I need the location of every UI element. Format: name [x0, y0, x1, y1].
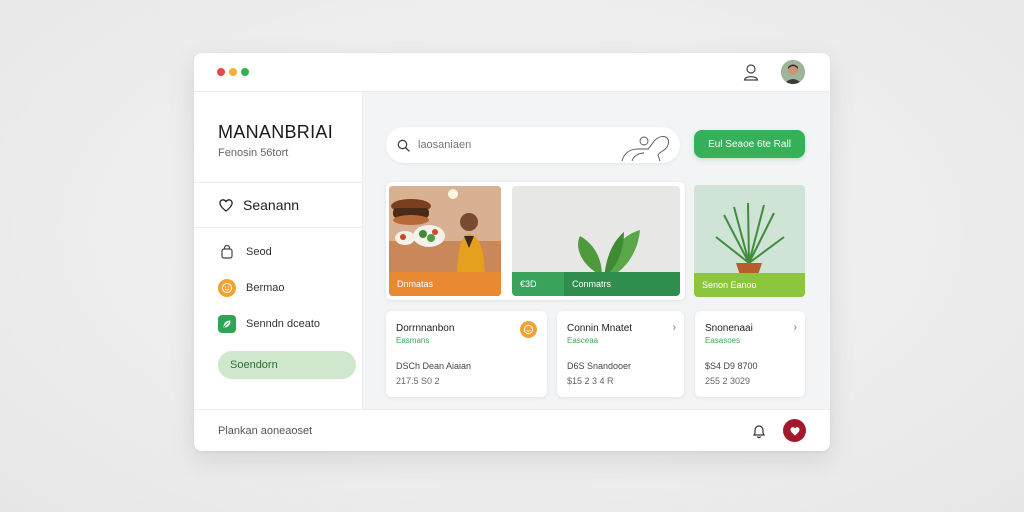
app-window: MANANBRIAI Fenosin 56tort Seanann Seod B… — [194, 53, 830, 451]
sidebar-section-label: Seanann — [243, 197, 300, 213]
card-line: $15 2 3 4 R — [567, 376, 614, 386]
sidebar-item-bermao[interactable]: Bermao — [218, 278, 285, 298]
card-title: Snonenaai — [705, 323, 753, 334]
card-line: 255 2 3029 — [705, 376, 751, 386]
title-bar — [194, 53, 830, 92]
search-input[interactable] — [418, 139, 598, 151]
sidebar-item-active[interactable]: Soendorn — [218, 351, 356, 379]
info-card[interactable]: Connin Mnatet Easceaa D6S Snandooer $15 … — [557, 311, 684, 397]
card-subtitle: Easceaa — [567, 336, 599, 345]
card-title: Dorrnnanbon — [396, 323, 455, 334]
leaf-icon — [218, 315, 236, 333]
divider — [194, 227, 363, 228]
heart-chat-icon — [219, 199, 233, 212]
main-content: Eul Seaoe 6te Rall — [363, 92, 830, 409]
person-illustration-icon — [621, 136, 669, 162]
footer-bar: Plankan aoneaoset — [194, 409, 830, 451]
heart-icon[interactable] — [783, 419, 806, 442]
sidebar-section-header[interactable]: Seanann — [218, 195, 299, 215]
sidebar: MANANBRIAI Fenosin 56tort Seanann Seod B… — [194, 92, 363, 409]
sidebar-item-label: Bermao — [246, 282, 285, 294]
search-bar[interactable] — [386, 127, 680, 163]
divider — [194, 182, 363, 183]
info-card[interactable]: Snonenaai Easasoes $S4 D9 8700 255 2 302… — [695, 311, 805, 397]
bag-icon — [218, 243, 236, 261]
primary-action-button[interactable]: Eul Seaoe 6te Rall — [694, 130, 805, 158]
smile-icon — [218, 279, 236, 297]
avatar[interactable] — [781, 60, 805, 84]
media-label: €3D — [512, 272, 564, 296]
plant-media-card[interactable]: €3D Conmatrs — [512, 186, 680, 296]
plant-feature-card[interactable]: Senon Eanoo — [694, 185, 805, 297]
maximize-window-button[interactable] — [241, 68, 249, 76]
brand-subtitle: Fenosin 56tort — [218, 147, 289, 159]
card-line: D6S Snandooer — [567, 361, 632, 371]
media-label: Senon Eanoo — [694, 273, 805, 297]
sidebar-item-senndn[interactable]: Senndn dceato — [218, 314, 320, 334]
food-media-card[interactable]: Dnmatas — [389, 186, 501, 296]
media-card-group: Dnmatas €3D Conmatrs — [386, 182, 685, 300]
chevron-right-icon[interactable]: › — [673, 322, 676, 333]
bell-icon[interactable] — [751, 423, 767, 439]
sidebar-item-label: Seod — [246, 246, 272, 258]
footer-text: Plankan aoneaoset — [218, 425, 313, 437]
card-line: $S4 D9 8700 — [705, 361, 758, 371]
card-line: 217.5 S0 2 — [396, 376, 440, 386]
media-label: Conmatrs — [564, 272, 680, 296]
info-card[interactable]: Dorrnnanbon Easmans DSCh Dean Aiaian 217… — [386, 311, 547, 397]
card-line: DSCh Dean Aiaian — [396, 361, 472, 371]
sidebar-item-seod[interactable]: Seod — [218, 242, 272, 262]
smile-icon[interactable] — [520, 321, 537, 338]
minimize-window-button[interactable] — [229, 68, 237, 76]
search-icon — [397, 139, 410, 152]
card-subtitle: Easmans — [396, 336, 430, 345]
sidebar-item-label: Senndn dceato — [246, 318, 321, 330]
brand-title: MANANBRIAI — [218, 122, 334, 142]
chevron-right-icon[interactable]: › — [794, 322, 797, 333]
card-title: Connin Mnatet — [567, 323, 633, 334]
close-window-button[interactable] — [217, 68, 225, 76]
user-icon[interactable] — [743, 63, 759, 81]
media-label: Dnmatas — [389, 272, 501, 296]
card-subtitle: Easasoes — [705, 336, 741, 345]
